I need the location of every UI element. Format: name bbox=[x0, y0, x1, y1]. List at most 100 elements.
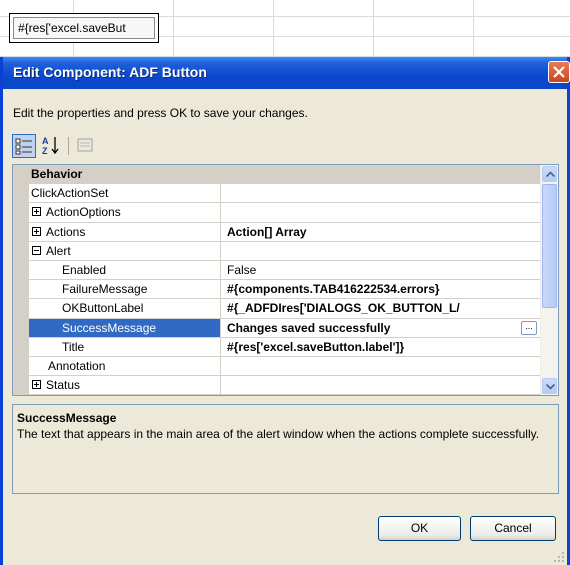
svg-text:A: A bbox=[42, 136, 49, 146]
property-row[interactable]: Annotation bbox=[13, 356, 541, 377]
property-value[interactable]: #{res['excel.saveButton.label']} bbox=[222, 338, 541, 356]
property-name-label: Behavior bbox=[31, 167, 83, 181]
property-value[interactable] bbox=[222, 357, 541, 375]
collapse-icon[interactable] bbox=[32, 245, 41, 255]
row-gutter bbox=[13, 165, 29, 184]
property-pages-button[interactable] bbox=[74, 134, 98, 158]
property-value-text: #{_ADFDIres['DIALOGS_OK_BUTTON_L/ bbox=[227, 301, 460, 316]
property-name-label: Alert bbox=[46, 243, 71, 258]
property-name-label: Title bbox=[62, 339, 85, 354]
property-row[interactable]: Status bbox=[13, 376, 541, 395]
property-row[interactable]: ClickActionSet bbox=[13, 184, 541, 204]
property-value-text: False bbox=[227, 262, 257, 277]
property-value[interactable]: False bbox=[222, 261, 541, 279]
toolbar-separator bbox=[68, 137, 69, 155]
row-gutter bbox=[13, 318, 29, 337]
close-icon bbox=[553, 66, 565, 78]
property-row[interactable]: Behavior bbox=[13, 165, 541, 185]
categorized-icon bbox=[15, 138, 32, 155]
description-title: SuccessMessage bbox=[17, 411, 117, 425]
property-name[interactable]: ClickActionSet bbox=[29, 184, 221, 203]
property-name-label: Actions bbox=[46, 224, 86, 239]
ok-button[interactable]: OK bbox=[378, 516, 461, 541]
property-value-text: Changes saved successfully bbox=[227, 320, 391, 335]
property-grid-scrollbar[interactable] bbox=[540, 165, 558, 395]
row-gutter bbox=[13, 280, 29, 299]
property-value[interactable] bbox=[222, 242, 541, 260]
property-value[interactable] bbox=[222, 376, 541, 394]
property-row[interactable]: FailureMessage #{components.TAB416222534.… bbox=[13, 280, 541, 300]
row-gutter bbox=[13, 299, 29, 318]
property-value-text: Action[] Array bbox=[227, 224, 307, 239]
categorized-button[interactable] bbox=[12, 134, 36, 158]
chevron-up-icon bbox=[546, 171, 555, 178]
row-gutter bbox=[13, 241, 29, 260]
property-name[interactable]: OKButtonLabel bbox=[29, 299, 221, 318]
property-value[interactable] bbox=[222, 184, 541, 202]
expand-icon[interactable] bbox=[32, 226, 41, 236]
property-value[interactable]: Changes saved successfully... bbox=[222, 319, 541, 337]
property-value[interactable]: #{components.TAB416222534.errors} bbox=[222, 280, 541, 298]
alphabetical-button[interactable]: A Z bbox=[40, 134, 64, 158]
row-gutter bbox=[13, 203, 29, 222]
chevron-down-icon bbox=[546, 383, 555, 390]
close-button[interactable] bbox=[548, 61, 570, 83]
row-gutter bbox=[13, 376, 29, 395]
row-gutter bbox=[13, 222, 29, 241]
property-name-label: SuccessMessage bbox=[62, 320, 157, 335]
property-name[interactable]: Alert bbox=[29, 241, 221, 260]
property-row[interactable]: SuccessMessage Changes saved successfully… bbox=[13, 318, 541, 338]
dialog-title: Edit Component: ADF Button bbox=[13, 64, 207, 80]
row-gutter bbox=[13, 184, 29, 203]
description-pane: SuccessMessage The text that appears in … bbox=[12, 404, 559, 494]
property-name-label: OKButtonLabel bbox=[62, 301, 144, 316]
property-name[interactable]: Behavior bbox=[29, 165, 429, 183]
ellipsis-button[interactable]: ... bbox=[521, 320, 537, 335]
property-name[interactable]: ActionOptions bbox=[29, 203, 221, 222]
property-grid-rows: Behavior ClickActionSet ActionOptions Actio… bbox=[13, 165, 541, 395]
property-value[interactable] bbox=[222, 203, 541, 221]
property-grid: Behavior ClickActionSet ActionOptions Actio… bbox=[12, 164, 559, 396]
property-name-label: Status bbox=[46, 378, 81, 393]
property-name[interactable]: Title bbox=[29, 337, 221, 356]
worksheet-button[interactable]: #{res['excel.saveBut bbox=[9, 13, 159, 43]
resize-grip-icon[interactable] bbox=[553, 551, 565, 563]
property-name[interactable]: Status bbox=[29, 376, 221, 395]
row-gutter bbox=[13, 356, 29, 376]
property-name[interactable]: FailureMessage bbox=[29, 280, 221, 299]
instructions-text: Edit the properties and press OK to save… bbox=[13, 106, 308, 120]
scroll-down-button[interactable] bbox=[542, 378, 557, 394]
property-row[interactable]: OKButtonLabel #{_ADFDIres['DIALOGS_OK_BUT… bbox=[13, 299, 541, 319]
property-row[interactable]: ActionOptions bbox=[13, 203, 541, 223]
expand-icon[interactable] bbox=[32, 207, 41, 217]
scroll-up-button[interactable] bbox=[542, 166, 557, 182]
property-name-label: FailureMessage bbox=[62, 282, 148, 297]
property-name[interactable]: Annotation bbox=[29, 356, 221, 376]
property-row[interactable]: Enabled False bbox=[13, 260, 541, 281]
property-name[interactable]: Actions bbox=[29, 222, 221, 241]
property-value[interactable]: Action[] Array bbox=[222, 223, 541, 241]
scroll-thumb[interactable] bbox=[542, 184, 557, 308]
property-name-label: ActionOptions bbox=[46, 205, 121, 220]
property-name[interactable]: Enabled bbox=[29, 260, 221, 280]
row-gutter bbox=[13, 337, 29, 356]
cancel-button[interactable]: Cancel bbox=[470, 516, 556, 541]
property-name-label: Annotation bbox=[48, 358, 106, 373]
property-value-text: #{res['excel.saveButton.label']} bbox=[227, 339, 405, 354]
property-row[interactable]: Actions Action[] Array bbox=[13, 222, 541, 242]
expand-icon[interactable] bbox=[32, 380, 41, 390]
property-name-label: Enabled bbox=[62, 262, 107, 277]
worksheet-button-label: #{res['excel.saveBut bbox=[13, 17, 155, 39]
property-value-text: #{components.TAB416222534.errors} bbox=[227, 282, 440, 297]
dialog-titlebar[interactable]: Edit Component: ADF Button bbox=[3, 57, 570, 89]
property-row[interactable]: Alert bbox=[13, 241, 541, 261]
property-toolbar: A Z bbox=[12, 134, 132, 160]
property-pages-icon bbox=[77, 138, 93, 152]
property-name-label: ClickActionSet bbox=[31, 186, 109, 201]
property-name[interactable]: SuccessMessage bbox=[29, 318, 221, 337]
row-gutter bbox=[13, 260, 29, 280]
description-text: The text that appears in the main area o… bbox=[17, 427, 540, 441]
property-row[interactable]: Title #{res['excel.saveButton.label']} bbox=[13, 337, 541, 357]
property-value[interactable]: #{_ADFDIres['DIALOGS_OK_BUTTON_L/ bbox=[222, 299, 541, 317]
edit-component-dialog: Edit Component: ADF Button Edit the prop… bbox=[0, 57, 570, 565]
